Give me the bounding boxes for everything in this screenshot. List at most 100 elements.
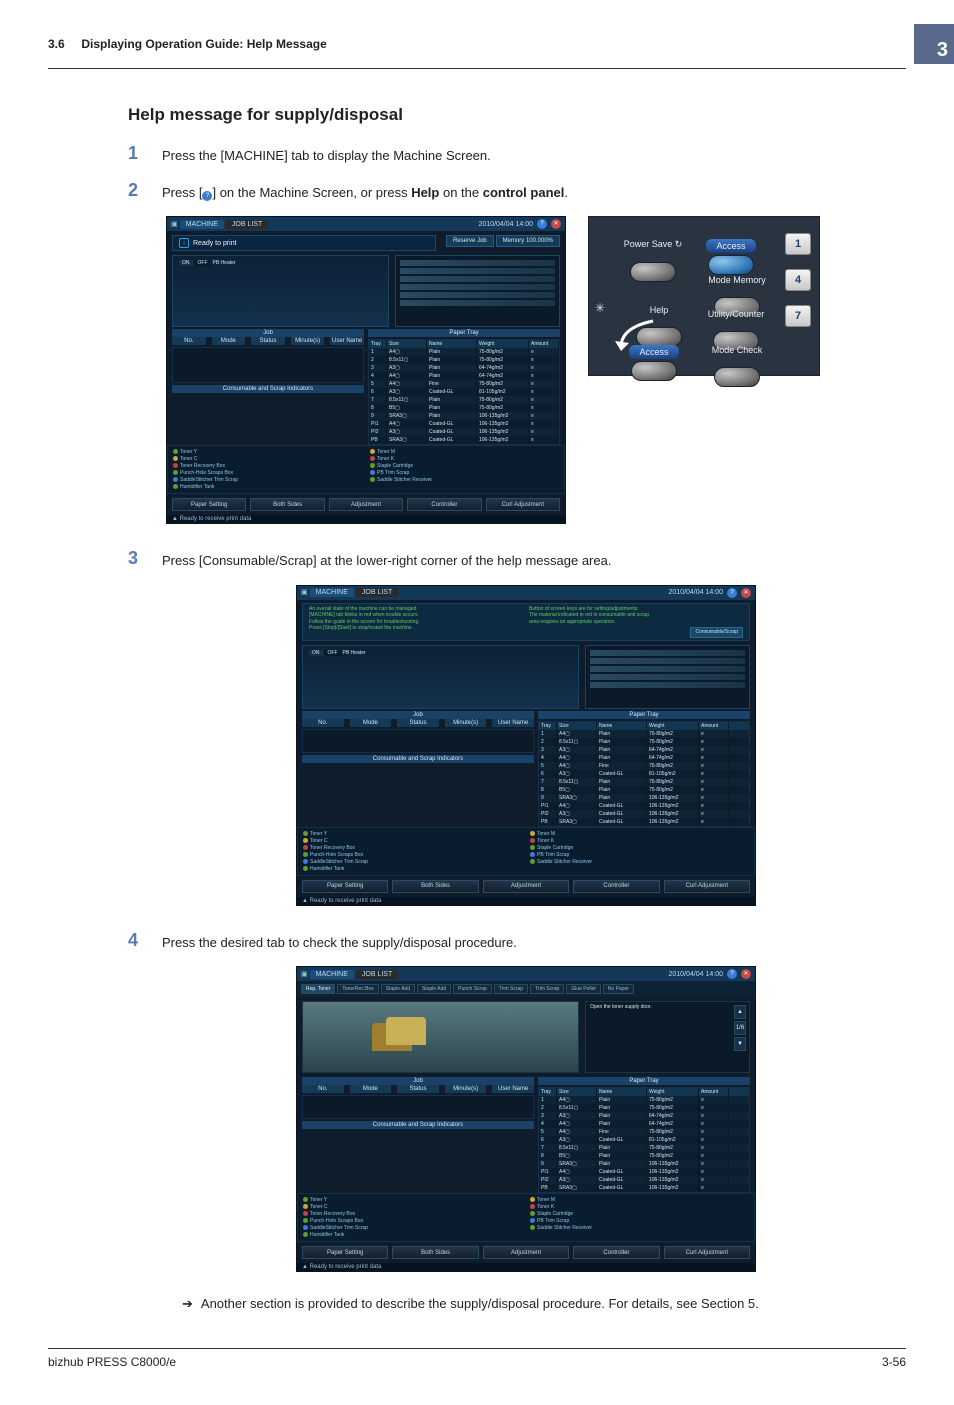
tab-machine[interactable]: MACHINE [310, 588, 354, 597]
both-sides-button[interactable]: Both Sides [392, 880, 478, 893]
supply-tab[interactable]: TonerRec.Box [337, 984, 378, 994]
page-down-button[interactable]: ▼ [734, 1037, 746, 1051]
table-cell: ≡ [529, 404, 559, 412]
table-cell: 64-74g/m2 [647, 746, 699, 754]
controller-button[interactable]: Controller [407, 498, 481, 511]
power-save-button[interactable] [630, 262, 676, 282]
numpad-key[interactable]: 4 [785, 269, 811, 291]
section-number: 3.6 [48, 37, 65, 51]
mode-check-button[interactable] [714, 367, 760, 387]
help-icon[interactable]: ? [727, 969, 737, 979]
adjustment-button[interactable]: Adjustment [483, 880, 569, 893]
table-cell: SRA3▢ [557, 1184, 597, 1192]
access-button-bottom[interactable] [631, 361, 677, 381]
controller-button[interactable]: Controller [573, 1246, 659, 1259]
curl-adjustment-button[interactable]: Curl Adjustment [664, 1246, 750, 1259]
supply-tab[interactable]: Glue Pellet [566, 984, 600, 994]
table-cell: 81-105g/m2 [647, 1136, 699, 1144]
table-row: 8B5▢Plain75-80g/m2≡ [369, 404, 559, 412]
controller-button[interactable]: Controller [573, 880, 659, 893]
table-cell: 7 [369, 396, 387, 404]
memory-value: 100.000% [526, 238, 553, 244]
curl-adjustment-button[interactable]: Curl Adjustment [486, 498, 560, 511]
paper-setting-button[interactable]: Paper Setting [302, 880, 388, 893]
paper-setting-button[interactable]: Paper Setting [172, 498, 246, 511]
supply-tab[interactable]: Rep. Toner [301, 984, 335, 994]
table-cell: Plain [597, 1096, 647, 1104]
tab-joblist[interactable]: JOB LIST [356, 588, 398, 597]
pt-head: Tray [539, 1088, 557, 1096]
indicator-item [370, 484, 559, 490]
close-icon[interactable]: ✕ [741, 588, 751, 598]
table-cell: ≡ [699, 1112, 729, 1120]
help-screen: ▣ MACHINE JOB LIST 2010/04/04 14:00 ? ✕ … [296, 585, 756, 906]
numpad-key[interactable]: 1 [785, 233, 811, 255]
table-cell: ≡ [699, 802, 729, 810]
supply-tab[interactable]: Punch Scrap [453, 984, 492, 994]
table-row: 6A3▢Coated-GL81-105g/m2≡ [539, 1136, 749, 1144]
table-cell: ≡ [699, 818, 729, 826]
reserve-job-button[interactable]: Reserve Job [453, 238, 487, 244]
help-label: Help [629, 305, 689, 315]
tab-machine[interactable]: MACHINE [310, 970, 354, 979]
close-icon[interactable]: ✕ [551, 219, 561, 229]
consumable-scrap-button[interactable]: Consumable/Scrap [690, 627, 743, 638]
pb-heater-label: PB Heater [343, 650, 366, 656]
pt-head: Tray [369, 340, 387, 348]
close-icon[interactable]: ✕ [741, 969, 751, 979]
supply-tab[interactable]: Staple Add [417, 984, 451, 994]
supply-screen: ▣ MACHINE JOB LIST 2010/04/04 14:00 ? ✕ … [296, 966, 756, 1272]
table-row: PI2A3▢Coated-GL106-135g/m2≡ [539, 1176, 749, 1184]
table-cell: A4▢ [387, 420, 427, 428]
on-button[interactable]: ON [309, 650, 323, 656]
indicator-item: Toner K [370, 456, 559, 462]
job-col: No. [302, 719, 344, 727]
table-cell: PI1 [539, 802, 557, 810]
off-button[interactable]: OFF [325, 650, 341, 656]
table-cell: ≡ [529, 428, 559, 436]
table-cell: Coated-GL [597, 802, 647, 810]
table-cell: Plain [427, 412, 477, 420]
help-icon[interactable]: ? [537, 219, 547, 229]
on-button[interactable]: ON [179, 260, 193, 266]
adjustment-button[interactable]: Adjustment [329, 498, 403, 511]
table-cell: ≡ [699, 794, 729, 802]
curl-adjustment-button[interactable]: Curl Adjustment [664, 880, 750, 893]
table-row: 8B5▢Plain75-80g/m2≡ [539, 786, 749, 794]
adjustment-button[interactable]: Adjustment [483, 1246, 569, 1259]
help-icon[interactable]: ? [727, 588, 737, 598]
supply-tab[interactable]: Staple Add [381, 984, 415, 994]
tab-joblist[interactable]: JOB LIST [356, 970, 398, 979]
table-cell: ≡ [699, 746, 729, 754]
pt-head: Name [597, 722, 647, 730]
table-cell: A3▢ [387, 428, 427, 436]
pt-head: Weight [647, 722, 699, 730]
paper-setting-button[interactable]: Paper Setting [302, 1246, 388, 1259]
both-sides-button[interactable]: Both Sides [392, 1246, 478, 1259]
tab-machine[interactable]: MACHINE [180, 220, 224, 229]
table-cell: Plain [597, 1144, 647, 1152]
job-col: Mode [212, 337, 246, 345]
supply-tab[interactable]: Trim Scrap [494, 984, 528, 994]
machine-screen: ▣ MACHINE JOB LIST 2010/04/04 14:00 ? ✕ … [166, 216, 566, 524]
supply-tab[interactable]: No Paper [603, 984, 634, 994]
ready-status: Ready to print [193, 240, 237, 247]
page-up-button[interactable]: ▲ [734, 1005, 746, 1019]
tab-joblist[interactable]: JOB LIST [226, 220, 268, 229]
off-button[interactable]: OFF [195, 260, 211, 266]
both-sides-button[interactable]: Both Sides [250, 498, 324, 511]
table-cell: Coated-GL [597, 770, 647, 778]
table-cell: 8.5x11▢ [557, 738, 597, 746]
table-cell: A3▢ [557, 1176, 597, 1184]
table-cell: B5▢ [557, 1152, 597, 1160]
table-cell: A3▢ [557, 746, 597, 754]
table-cell: Coated-GL [597, 810, 647, 818]
supply-tab[interactable]: Trim Scrap [530, 984, 564, 994]
table-cell: PI2 [539, 1176, 557, 1184]
table-cell: SRA3▢ [557, 818, 597, 826]
numpad-key[interactable]: 7 [785, 305, 811, 327]
consumable-band: Consumable and Scrap Indicators [302, 755, 534, 763]
note-text: Another section is provided to describe … [182, 1296, 886, 1312]
table-cell: Plain [597, 730, 647, 738]
table-row: 9SRA3▢Plain106-135g/m2≡ [369, 412, 559, 420]
